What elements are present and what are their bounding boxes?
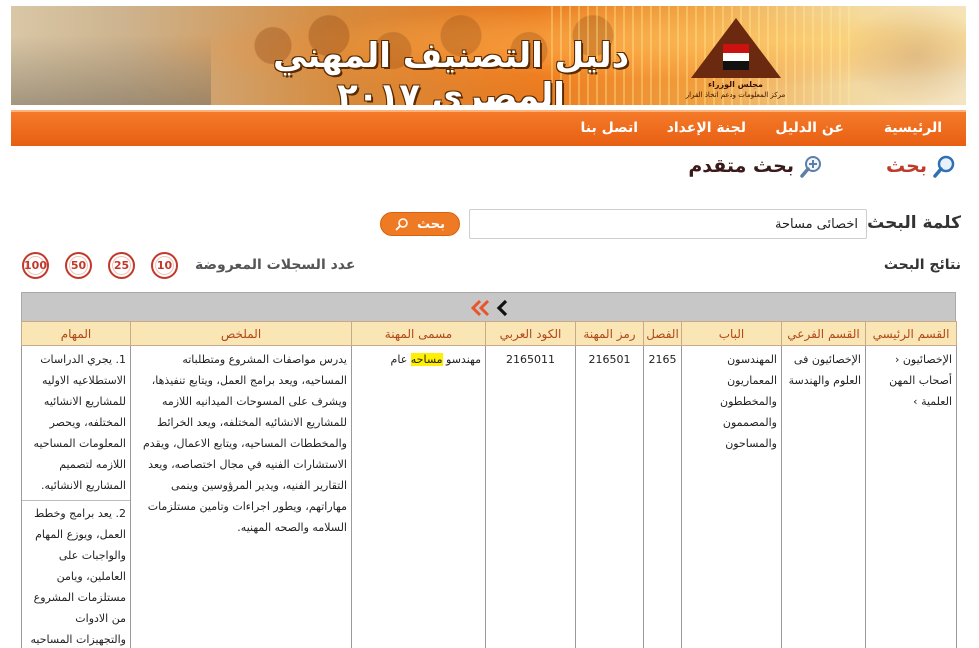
search-button-icon xyxy=(395,218,408,231)
banner-face-decoration xyxy=(841,6,966,105)
search-button[interactable]: بحث xyxy=(380,212,460,236)
basic-search-label: بحث xyxy=(886,155,927,177)
table-row[interactable]: الإخصائيون ‹ أصحاب المهن العلمية › الإخص… xyxy=(21,345,957,648)
column-header[interactable]: الكود العربي xyxy=(485,321,576,346)
column-header[interactable]: القسم الفرعي xyxy=(781,321,866,346)
results-table: القسم الرئيسي القسم الفرعي الباب الفصل ر… xyxy=(21,321,957,648)
pagination-bar xyxy=(21,292,956,321)
cell-main-section: الإخصائيون ‹ أصحاب المهن العلمية › xyxy=(865,345,957,648)
cell-division: المهندسون المعماريون والمخططون والمصممون… xyxy=(681,345,782,648)
results-label: نتائج البحث xyxy=(883,257,961,273)
cell-sub-section: الإخصائيون فى العلوم والهندسة xyxy=(781,345,866,648)
keyword-label: كلمة البحث xyxy=(867,213,961,233)
count-50-button[interactable]: 50 xyxy=(65,252,92,279)
banner-skyline-decoration xyxy=(11,35,211,105)
search-button-label: بحث xyxy=(417,216,446,232)
records-count-label: عدد السجلات المعروضة xyxy=(195,257,356,273)
table-header-row: القسم الرئيسي القسم الفرعي الباب الفصل ر… xyxy=(21,321,957,346)
basic-search-link[interactable]: بحث xyxy=(886,154,957,178)
column-header[interactable]: مسمى المهنة xyxy=(351,321,486,346)
column-header[interactable]: الفصل xyxy=(643,321,682,346)
column-header[interactable]: الباب xyxy=(681,321,782,346)
job-title-highlight: مساحه xyxy=(410,353,443,366)
logo-line-1: مجلس الوزراء xyxy=(708,80,763,89)
site-banner: دليل التصنيف المهني المصري ٢٠١٧ مجلس الو… xyxy=(11,6,966,105)
cell-job-title: مهندسو مساحه عام xyxy=(351,345,486,648)
nav-contact[interactable]: اتصل بنا xyxy=(581,120,638,136)
cell-chapter: 2165 xyxy=(643,345,682,648)
double-chevron-left-icon[interactable] xyxy=(470,299,492,317)
cell-arab-code: 2165011 xyxy=(485,345,576,648)
count-100-button[interactable]: 100 xyxy=(22,252,49,279)
job-title-prefix: مهندسو xyxy=(446,353,481,366)
magnifier-plus-icon xyxy=(800,156,821,178)
cabinet-logo[interactable]: مجلس الوزراء مركز المعلومات ودعم اتخاذ ا… xyxy=(683,18,788,104)
site-title: دليل التصنيف المهني المصري ٢٠١٧ xyxy=(272,36,630,105)
column-header[interactable]: المهام xyxy=(21,321,131,346)
nav-committee[interactable]: لجنة الإعداد xyxy=(667,120,746,136)
column-header[interactable]: القسم الرئيسي xyxy=(865,321,957,346)
magnifier-icon xyxy=(933,155,955,178)
advanced-search-link[interactable]: بحث متقدم xyxy=(688,154,824,178)
task-item: 2. يعد برامج وخطط العمل، ويوزع المهام وا… xyxy=(22,501,130,648)
egypt-flag-icon xyxy=(723,44,749,70)
column-header[interactable]: الملخص xyxy=(130,321,352,346)
main-nav: الرئيسية عن الدليل لجنة الإعداد اتصل بنا xyxy=(11,110,966,146)
chevron-right-icon[interactable] xyxy=(496,299,510,317)
cell-summary: يدرس مواصفات المشروع ومتطلباته المساحيه،… xyxy=(130,345,352,648)
logo-line-2: مركز المعلومات ودعم اتخاذ القرار xyxy=(685,91,786,99)
task-item: 1. يجري الدراسات الاستطلاعيه الاوليه للم… xyxy=(22,349,130,501)
advanced-search-label: بحث متقدم xyxy=(688,155,794,177)
count-25-button[interactable]: 25 xyxy=(108,252,135,279)
cell-job-code: 216501 xyxy=(575,345,644,648)
nav-about[interactable]: عن الدليل xyxy=(775,120,844,136)
column-header[interactable]: رمز المهنة xyxy=(575,321,644,346)
keyword-input[interactable] xyxy=(469,209,867,239)
cell-tasks: 1. يجري الدراسات الاستطلاعيه الاوليه للم… xyxy=(21,345,131,648)
nav-home[interactable]: الرئيسية xyxy=(884,120,942,136)
count-10-button[interactable]: 10 xyxy=(151,252,178,279)
job-title-suffix: عام xyxy=(390,353,408,366)
